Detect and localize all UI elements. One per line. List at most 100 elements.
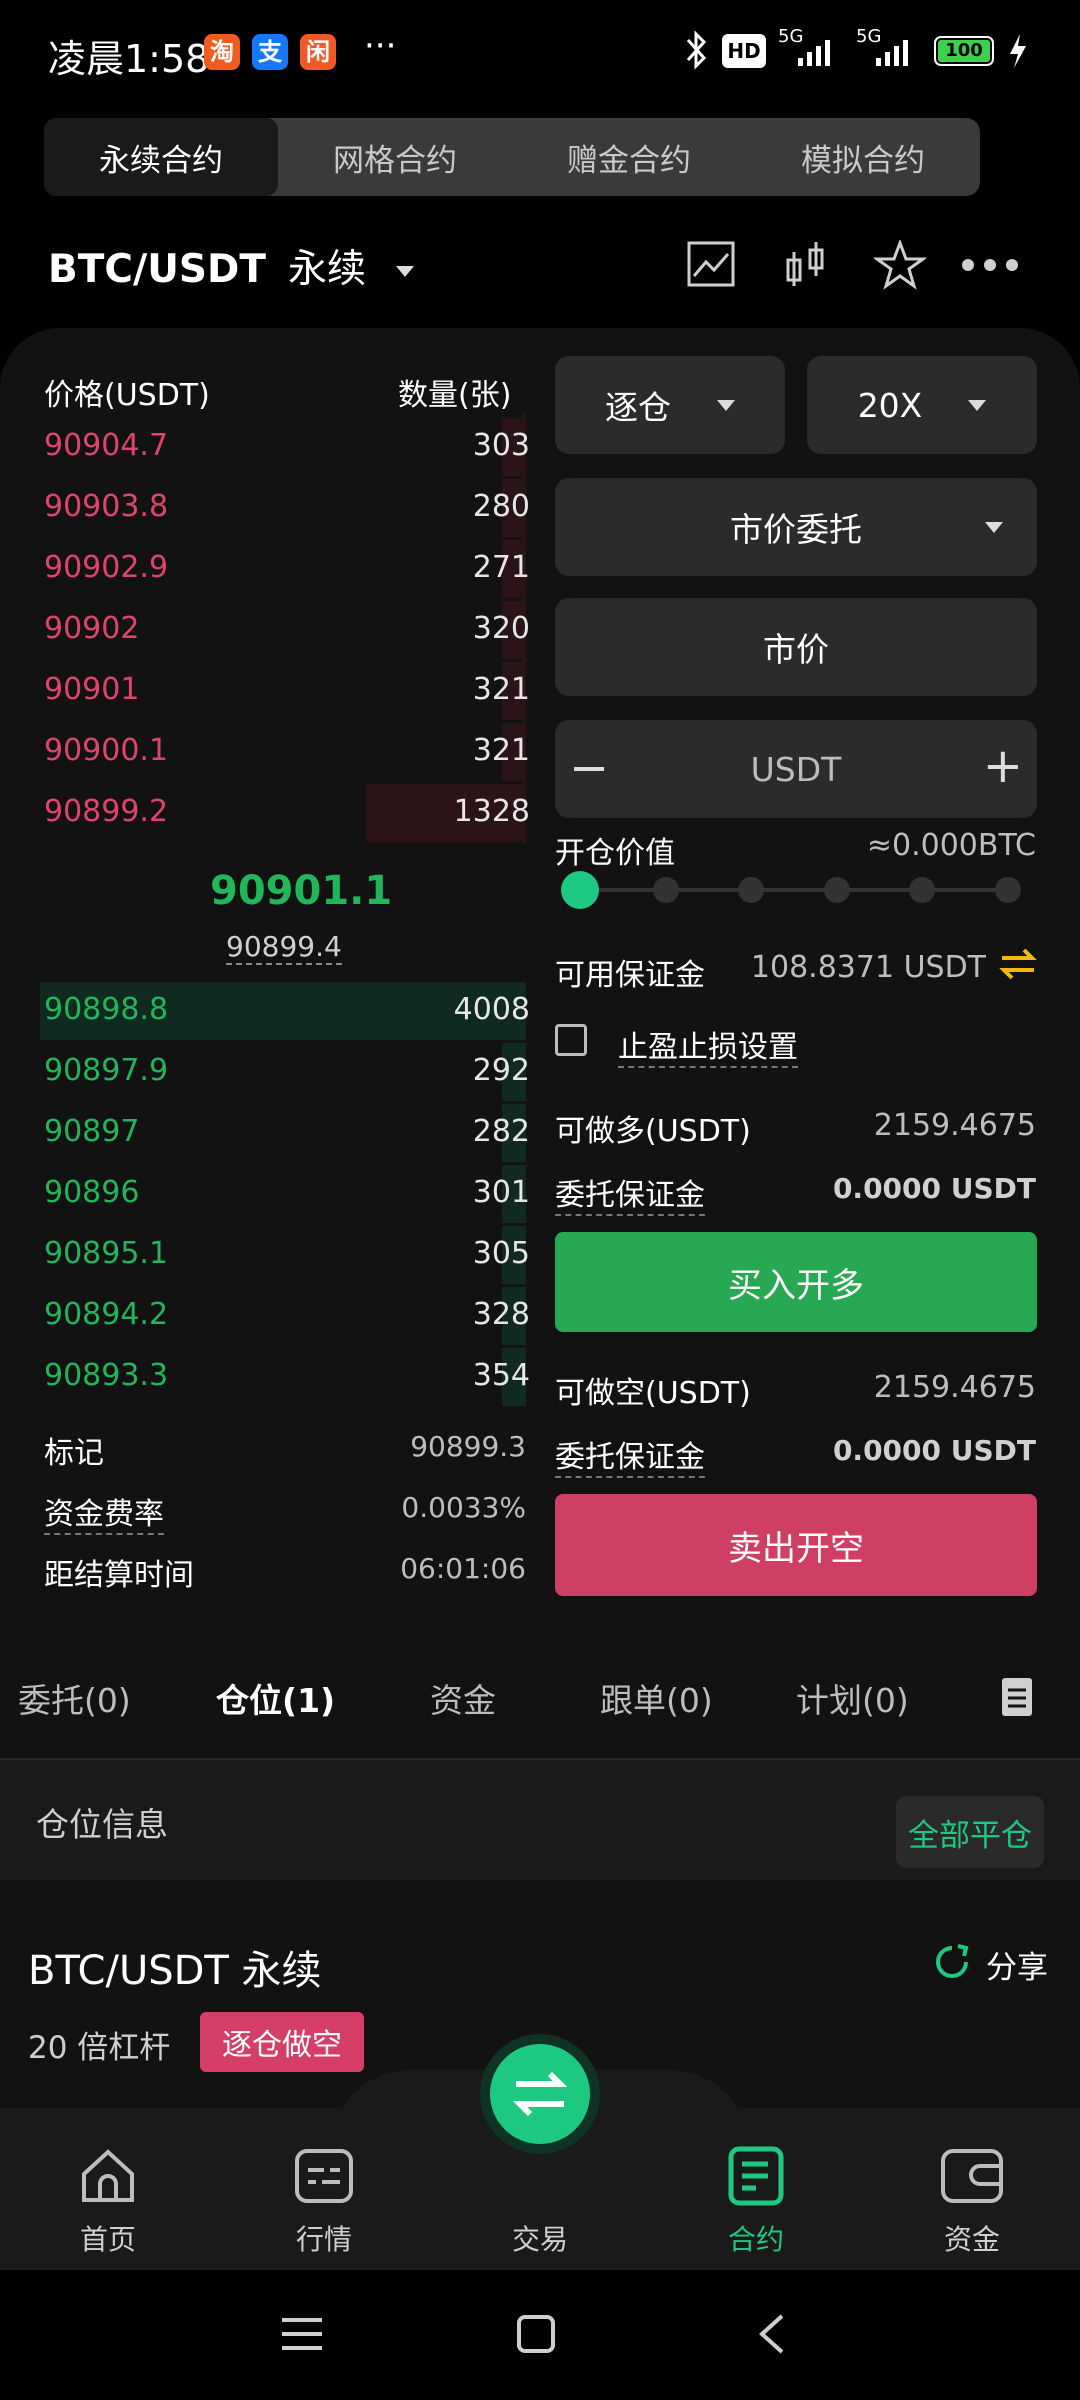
system-navigation-bar: [0, 2270, 1080, 2400]
slider-step[interactable]: [738, 877, 765, 903]
leverage-select[interactable]: 20X: [807, 356, 1037, 454]
ask-row[interactable]: 90904.7 303: [0, 418, 530, 478]
symbol-type: 永续: [287, 247, 366, 292]
bid-row[interactable]: 90898.8 4008: [0, 982, 530, 1042]
tab-bonus[interactable]: 赠金合约: [512, 118, 746, 196]
available-margin-label: 可用保证金: [555, 958, 705, 993]
ask-row[interactable]: 90903.8 280: [0, 479, 530, 539]
transfer-icon[interactable]: [998, 946, 1038, 982]
bottom-navigation: 首页 行情 交易 合约 资金: [0, 2044, 1080, 2270]
tab-assets[interactable]: 资金: [430, 1674, 496, 1722]
market-icon: [295, 2149, 353, 2203]
nav-market-label: 行情: [295, 2223, 352, 2256]
nav-market[interactable]: 行情: [244, 2108, 404, 2270]
chart-icon[interactable]: [686, 240, 736, 288]
bid-row[interactable]: 90896 301: [0, 1165, 530, 1225]
row-price: 90897: [44, 1114, 140, 1149]
short-margin-value: 0.0000 USDT: [832, 1434, 1036, 1467]
candlestick-icon[interactable]: [784, 240, 828, 290]
short-margin-label[interactable]: 委托保证金: [555, 1432, 705, 1478]
sell-short-button[interactable]: 卖出开空: [555, 1494, 1037, 1596]
close-all-button[interactable]: 全部平仓: [896, 1796, 1044, 1868]
bid-row[interactable]: 90897 282: [0, 1104, 530, 1164]
nav-home[interactable]: 首页: [28, 2108, 188, 2270]
row-qty: 321: [472, 672, 530, 707]
more-icon[interactable]: [960, 254, 1020, 276]
amount-slider-track[interactable]: [580, 888, 1008, 892]
ask-row[interactable]: 90902 320: [0, 601, 530, 661]
orderbook-qty-header: 数量(张): [398, 378, 512, 413]
available-margin-value: 108.8371 USDT: [750, 950, 986, 985]
back-icon[interactable]: [756, 2312, 786, 2356]
tpsl-checkbox[interactable]: [555, 1024, 587, 1056]
increase-button[interactable]: +: [983, 738, 1023, 794]
bluetooth-icon: [686, 30, 707, 70]
bid-row[interactable]: 90894.2 328: [0, 1287, 530, 1347]
buy-long-button[interactable]: 买入开多: [555, 1232, 1037, 1332]
funding-rate-label[interactable]: 资金费率: [44, 1489, 164, 1535]
row-price: 90896: [44, 1175, 140, 1210]
xianyu-app-icon: 闲: [300, 34, 336, 70]
bid-row[interactable]: 90893.3 354: [0, 1348, 530, 1408]
funding-rate-value: 0.0033%: [401, 1491, 526, 1524]
row-price: 90902.9: [44, 550, 169, 585]
long-margin-label[interactable]: 委托保证金: [555, 1170, 705, 1216]
decrease-button[interactable]: −: [569, 740, 609, 796]
nav-assets[interactable]: 资金: [892, 2108, 1052, 2270]
mark-label: 标记: [44, 1436, 104, 1471]
tab-copy-trading[interactable]: 跟单(0): [600, 1674, 713, 1722]
tab-demo[interactable]: 模拟合约: [746, 118, 980, 196]
slider-step[interactable]: [652, 877, 679, 903]
quantity-input[interactable]: − USDT +: [555, 720, 1037, 818]
tab-perpetual[interactable]: 永续合约: [44, 118, 278, 196]
caret-down-icon: [717, 399, 735, 411]
signal-icon: [798, 40, 830, 66]
tab-positions[interactable]: 仓位(1): [216, 1674, 335, 1722]
bid-row[interactable]: 90897.9 292: [0, 1043, 530, 1103]
menu-icon[interactable]: [280, 2314, 324, 2354]
row-price: 90895.1: [44, 1236, 169, 1271]
price-field-value: 市价: [763, 630, 829, 669]
settlement-countdown: 06:01:06: [400, 1552, 526, 1585]
share-button[interactable]: 分享: [986, 1942, 1048, 1987]
row-qty: 282: [472, 1114, 530, 1149]
share-icon[interactable]: [932, 1942, 972, 1982]
ask-row[interactable]: 90900.1 321: [0, 723, 530, 783]
row-qty: 305: [472, 1236, 530, 1271]
mark-value: 90899.3: [410, 1430, 526, 1463]
row-qty: 292: [472, 1053, 530, 1088]
slider-step[interactable]: [823, 877, 850, 903]
ask-row[interactable]: 90899.2 1328: [0, 784, 530, 844]
tab-plans[interactable]: 计划(0): [796, 1674, 909, 1722]
charging-icon: [1010, 34, 1026, 68]
symbol-selector[interactable]: BTC/USDT 永续: [48, 238, 414, 294]
slider-step[interactable]: [995, 877, 1021, 903]
home-square-icon[interactable]: [516, 2314, 556, 2354]
caret-down-icon: [985, 522, 1003, 533]
more-notifications-icon: ···: [364, 26, 397, 66]
row-qty: 280: [472, 489, 530, 524]
slider-thumb[interactable]: [561, 871, 599, 909]
price-field[interactable]: 市价: [555, 598, 1037, 696]
star-icon[interactable]: [874, 240, 926, 290]
order-type-select[interactable]: 市价委托: [555, 478, 1037, 576]
tab-grid[interactable]: 网格合约: [278, 118, 512, 196]
nav-trade-label: 交易: [511, 2223, 568, 2256]
open-value-label: 开仓价值: [555, 836, 675, 871]
max-long-value: 2159.4675: [873, 1108, 1036, 1143]
ask-row[interactable]: 90902.9 271: [0, 540, 530, 600]
tab-orders[interactable]: 委托(0): [18, 1674, 131, 1722]
record-list-icon[interactable]: [1000, 1676, 1034, 1718]
margin-mode-select[interactable]: 逐仓: [555, 356, 785, 454]
trade-fab[interactable]: [490, 2044, 590, 2144]
row-qty: 4008: [453, 992, 530, 1027]
bid-row[interactable]: 90895.1 305: [0, 1226, 530, 1286]
nav-contract[interactable]: 合约: [676, 2108, 836, 2270]
index-price[interactable]: 90899.4: [226, 930, 342, 965]
last-price[interactable]: 90901.1: [210, 868, 392, 914]
ask-row[interactable]: 90901 321: [0, 662, 530, 722]
tpsl-label[interactable]: 止盈止损设置: [618, 1022, 798, 1068]
nav-contract-label: 合约: [727, 2223, 784, 2256]
row-price: 90893.3: [44, 1358, 169, 1393]
nav-trade[interactable]: 交易: [460, 2044, 620, 2270]
